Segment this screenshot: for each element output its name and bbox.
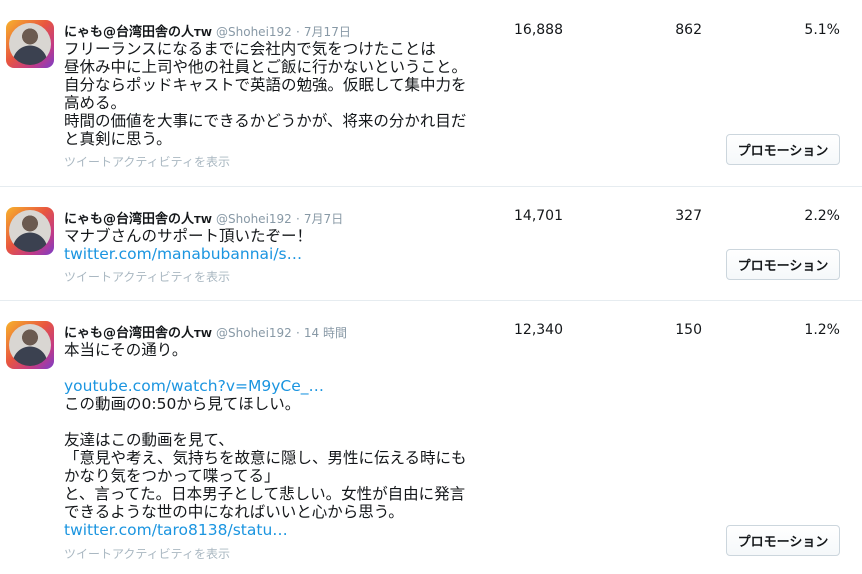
tweet-link[interactable]: twitter.com/manabubannai/s…	[64, 245, 464, 263]
author-suffix: TW	[194, 28, 212, 39]
promote-button[interactable]: プロモーション	[726, 134, 840, 165]
tweet-line	[64, 413, 464, 431]
tweet-date[interactable]: 7月17日	[304, 25, 351, 39]
engagements-value: 150	[675, 322, 702, 338]
tweet-link[interactable]: youtube.com/watch?v=M9yCe_…	[64, 377, 464, 395]
tweet-text: 本当にその通り。 youtube.com/watch?v=M9yCe_… この動…	[64, 341, 467, 539]
engagement-rate-value: 2.2%	[804, 208, 840, 224]
promote-button[interactable]: プロモーション	[726, 525, 840, 556]
author-name[interactable]: にゃも@台湾田舎の人	[64, 326, 194, 341]
view-activity-link[interactable]: ツイートアクティビティを表示	[64, 268, 230, 285]
tweet-line: 昼休み中に上司や他の社員とご飯に行かないということ。	[64, 58, 468, 76]
impressions-value: 14,701	[514, 208, 563, 224]
tweet-line: この動画の0:50から見てほしい。	[64, 395, 301, 413]
author-suffix: TW	[194, 329, 212, 340]
tweet-line: かなり気をつかって喋ってる」	[64, 467, 280, 485]
author-suffix: TW	[194, 215, 212, 226]
avatar[interactable]	[6, 321, 54, 369]
tweet-line: できるような世の中になればいいと心から思う。	[64, 503, 404, 521]
tweet-header: にゃも@台湾田舎の人TW @Shohei192 · 7月17日	[64, 25, 351, 40]
tweet-line: 友達はこの動画を見て、	[64, 431, 234, 449]
tweet-header: にゃも@台湾田舎の人TW @Shohei192 · 14 時間	[64, 326, 348, 341]
engagements-value: 862	[675, 22, 702, 38]
author-handle[interactable]: @Shohei192	[216, 326, 292, 340]
impressions-value: 12,340	[514, 322, 563, 338]
tweet-line: 高める。	[64, 94, 127, 112]
engagement-rate-value: 5.1%	[804, 22, 840, 38]
author-name[interactable]: にゃも@台湾田舎の人	[64, 25, 194, 40]
tweet-line: マナブさんのサポート頂いたぞー！	[64, 227, 313, 245]
engagement-rate-value: 1.2%	[804, 322, 840, 338]
engagements-value: 327	[675, 208, 702, 224]
tweet-line: と、言ってた。日本男子として悲しい。女性が自由に発言	[64, 485, 466, 503]
tweet-date[interactable]: 14 時間	[304, 326, 347, 340]
avatar[interactable]	[6, 20, 54, 68]
tweet-header: にゃも@台湾田舎の人TW @Shohei192 · 7月7日	[64, 212, 344, 227]
view-activity-link[interactable]: ツイートアクティビティを表示	[64, 153, 230, 170]
author-handle[interactable]: @Shohei192	[216, 212, 292, 226]
tweet-date[interactable]: 7月7日	[304, 212, 343, 226]
author-name[interactable]: にゃも@台湾田舎の人	[64, 212, 194, 227]
tweet-row: にゃも@台湾田舎の人TW @Shohei192 · 7月17日 フリーランスにな…	[0, 0, 862, 186]
tweet-line: 本当にその通り。	[64, 341, 188, 359]
tweet-row: にゃも@台湾田舎の人TW @Shohei192 · 14 時間 本当にその通り。…	[0, 300, 862, 574]
tweet-text: フリーランスになるまでに会社内で気をつけたことは 昼休み中に上司や他の社員とご飯…	[64, 40, 468, 148]
tweet-line: と真剣に思う。	[64, 130, 172, 148]
avatar[interactable]	[6, 207, 54, 255]
impressions-value: 16,888	[514, 22, 563, 38]
tweet-line: 時間の価値を大事にできるかどうかが、将来の分かれ目だ	[64, 112, 467, 130]
view-activity-link[interactable]: ツイートアクティビティを表示	[64, 545, 230, 562]
tweet-line: 「意見や考え、気持ちを故意に隠し、男性に伝える時にも	[64, 449, 467, 467]
tweet-line	[64, 359, 464, 377]
author-handle[interactable]: @Shohei192	[216, 25, 292, 39]
tweet-line: 自分ならポッドキャストで英語の勉強。仮眠して集中力を	[64, 76, 467, 94]
tweet-text: マナブさんのサポート頂いたぞー！ twitter.com/manabubanna…	[64, 227, 464, 263]
tweet-line: フリーランスになるまでに会社内で気をつけたことは	[64, 40, 436, 58]
tweet-row: にゃも@台湾田舎の人TW @Shohei192 · 7月7日 マナブさんのサポー…	[0, 186, 862, 300]
promote-button[interactable]: プロモーション	[726, 249, 840, 280]
tweet-link[interactable]: twitter.com/taro8138/statu…	[64, 521, 464, 539]
